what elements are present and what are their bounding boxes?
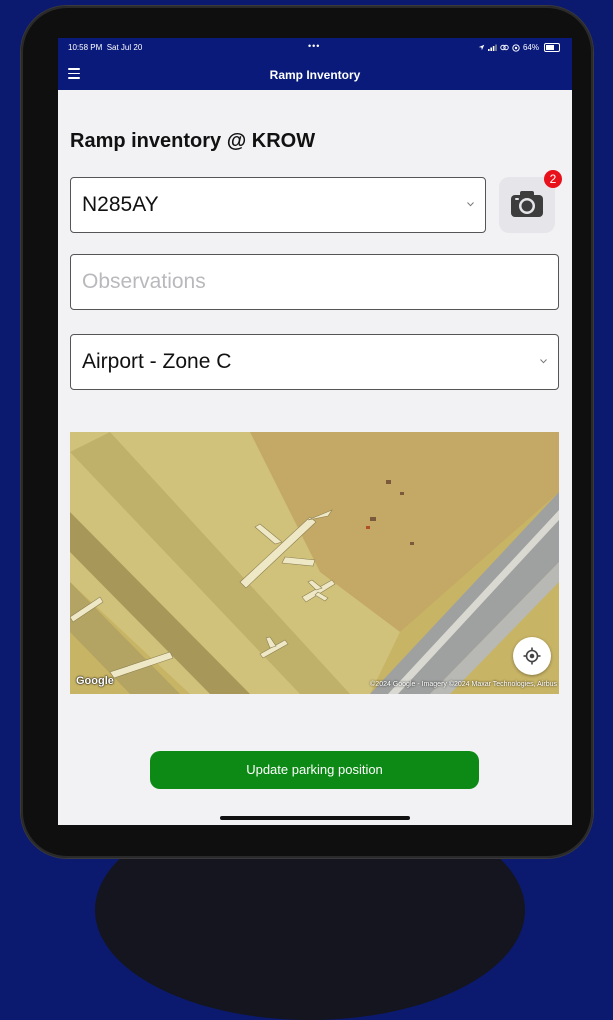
- status-bar: 10:58 PM Sat Jul 20 ••• 64%: [58, 38, 572, 58]
- target-icon: [512, 43, 520, 52]
- aircraft-select-value: N285AY: [82, 193, 159, 216]
- battery-percent: 64%: [522, 43, 539, 52]
- google-logo: Google: [76, 675, 114, 687]
- multitasking-dots[interactable]: •••: [308, 41, 320, 51]
- nav-title: Ramp Inventory: [269, 68, 361, 82]
- satellite-map[interactable]: Google ©2024 Google - Imagery ©2024 Maxa…: [70, 432, 559, 694]
- page-title: Ramp inventory @ KROW: [70, 130, 316, 152]
- tablet-frame: 10:58 PM Sat Jul 20 ••• 64% Ramp Invento…: [21, 6, 593, 858]
- status-time: 10:58 PM Sat Jul 20: [68, 43, 143, 52]
- photo-count-badge: 2: [544, 170, 562, 188]
- chevron-down-icon: [467, 202, 474, 208]
- home-indicator[interactable]: [220, 816, 410, 820]
- chevron-down-icon: [540, 359, 547, 365]
- zone-select[interactable]: Airport - Zone C: [70, 334, 559, 390]
- my-location-button[interactable]: [513, 637, 551, 675]
- signal-icon: [487, 44, 497, 51]
- camera-icon: [511, 191, 543, 217]
- navigation-bar: Ramp Inventory: [58, 60, 572, 90]
- observations-placeholder: Observations: [82, 270, 206, 293]
- app-screen: 10:58 PM Sat Jul 20 ••• 64% Ramp Invento…: [58, 38, 572, 825]
- aircraft-select[interactable]: N285AY: [70, 177, 486, 233]
- observations-field[interactable]: Observations: [70, 254, 559, 310]
- update-parking-position-button[interactable]: Update parking position: [150, 751, 479, 789]
- battery-icon: [544, 43, 560, 52]
- location-arrow-icon: [478, 44, 485, 51]
- zone-select-value: Airport - Zone C: [82, 350, 232, 373]
- top-bar: 10:58 PM Sat Jul 20 ••• 64% Ramp Invento…: [58, 38, 572, 90]
- status-icons: 64%: [478, 43, 560, 52]
- map-attribution[interactable]: ©2024 Google - Imagery ©2024 Maxar Techn…: [370, 681, 557, 688]
- my-location-icon: [523, 647, 541, 665]
- link-icon: [500, 44, 509, 51]
- battery-level: [546, 45, 554, 50]
- map-imagery[interactable]: [70, 432, 559, 694]
